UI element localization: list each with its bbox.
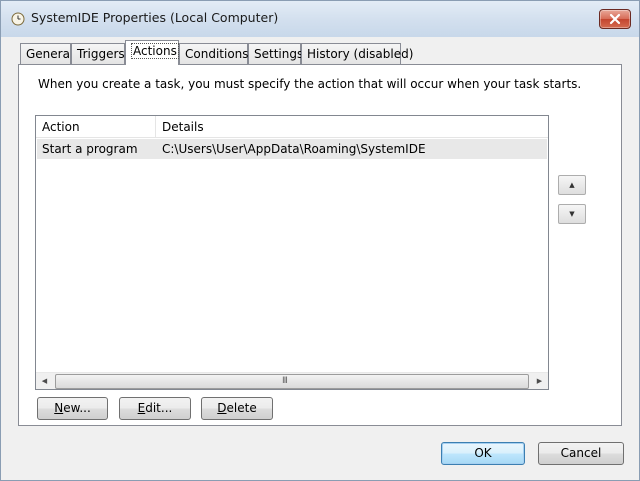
actions-list[interactable]: Action Details Start a program C:\Users\… bbox=[35, 115, 549, 390]
action-cell: Start a program bbox=[42, 142, 138, 156]
delete-button[interactable]: Delete bbox=[201, 397, 273, 420]
window-title: SystemIDE Properties (Local Computer) bbox=[31, 10, 279, 25]
scroll-left-button[interactable]: ◀ bbox=[36, 373, 53, 389]
horizontal-scrollbar[interactable]: ◀ III ▶ bbox=[36, 372, 548, 389]
tab-history[interactable]: History (disabled) bbox=[301, 43, 413, 64]
actions-panel: When you create a task, you must specify… bbox=[18, 64, 622, 426]
scroll-grip: III bbox=[282, 376, 288, 386]
clock-icon bbox=[11, 12, 25, 26]
details-cell: C:\Users\User\AppData\Roaming\SystemIDE bbox=[162, 142, 426, 156]
edit-button[interactable]: Edit... bbox=[119, 397, 191, 420]
arrow-up-icon: ▲ bbox=[569, 181, 575, 189]
button-label: ew... bbox=[63, 401, 91, 415]
column-header-details[interactable]: Details bbox=[156, 116, 546, 138]
tab-label: Conditions bbox=[185, 47, 249, 61]
tab-label: Actions bbox=[131, 43, 179, 59]
cancel-button[interactable]: Cancel bbox=[538, 442, 624, 465]
scroll-thumb[interactable]: III bbox=[55, 374, 529, 389]
column-header-action[interactable]: Action bbox=[36, 116, 156, 138]
button-label: elete bbox=[226, 401, 257, 415]
mnemonic: N bbox=[54, 401, 64, 415]
new-button[interactable]: New... bbox=[37, 397, 108, 420]
tab-settings[interactable]: Settings bbox=[248, 43, 304, 64]
close-icon bbox=[609, 13, 621, 25]
task-properties-window: SystemIDE Properties (Local Computer) Ge… bbox=[0, 0, 640, 481]
column-label: Action bbox=[42, 120, 80, 134]
list-header: Action Details bbox=[36, 116, 548, 138]
tab-label: Triggers bbox=[77, 47, 125, 61]
scroll-right-button[interactable]: ▶ bbox=[531, 373, 548, 389]
close-button[interactable] bbox=[599, 9, 631, 29]
move-up-button[interactable]: ▲ bbox=[558, 175, 586, 195]
tab-label: General bbox=[26, 47, 74, 61]
scroll-left-icon: ◀ bbox=[41, 377, 48, 385]
tab-label: History (disabled) bbox=[307, 47, 414, 61]
mnemonic: D bbox=[217, 401, 227, 415]
move-down-button[interactable]: ▼ bbox=[558, 204, 586, 224]
scroll-right-icon: ▶ bbox=[536, 377, 543, 385]
tab-label: Settings bbox=[254, 47, 304, 61]
arrow-down-icon: ▼ bbox=[569, 210, 575, 218]
list-item[interactable]: Start a program C:\Users\User\AppData\Ro… bbox=[37, 139, 547, 159]
button-label: dit... bbox=[145, 401, 173, 415]
actions-description: When you create a task, you must specify… bbox=[38, 77, 582, 91]
tab-actions[interactable]: Actions bbox=[125, 40, 179, 65]
tab-triggers[interactable]: Triggers bbox=[71, 43, 125, 64]
tab-conditions[interactable]: Conditions bbox=[179, 43, 249, 64]
title-bar[interactable]: SystemIDE Properties (Local Computer) bbox=[1, 1, 639, 37]
ok-button[interactable]: OK bbox=[441, 442, 525, 465]
tab-general[interactable]: General bbox=[20, 43, 74, 64]
column-label: Details bbox=[162, 120, 204, 134]
